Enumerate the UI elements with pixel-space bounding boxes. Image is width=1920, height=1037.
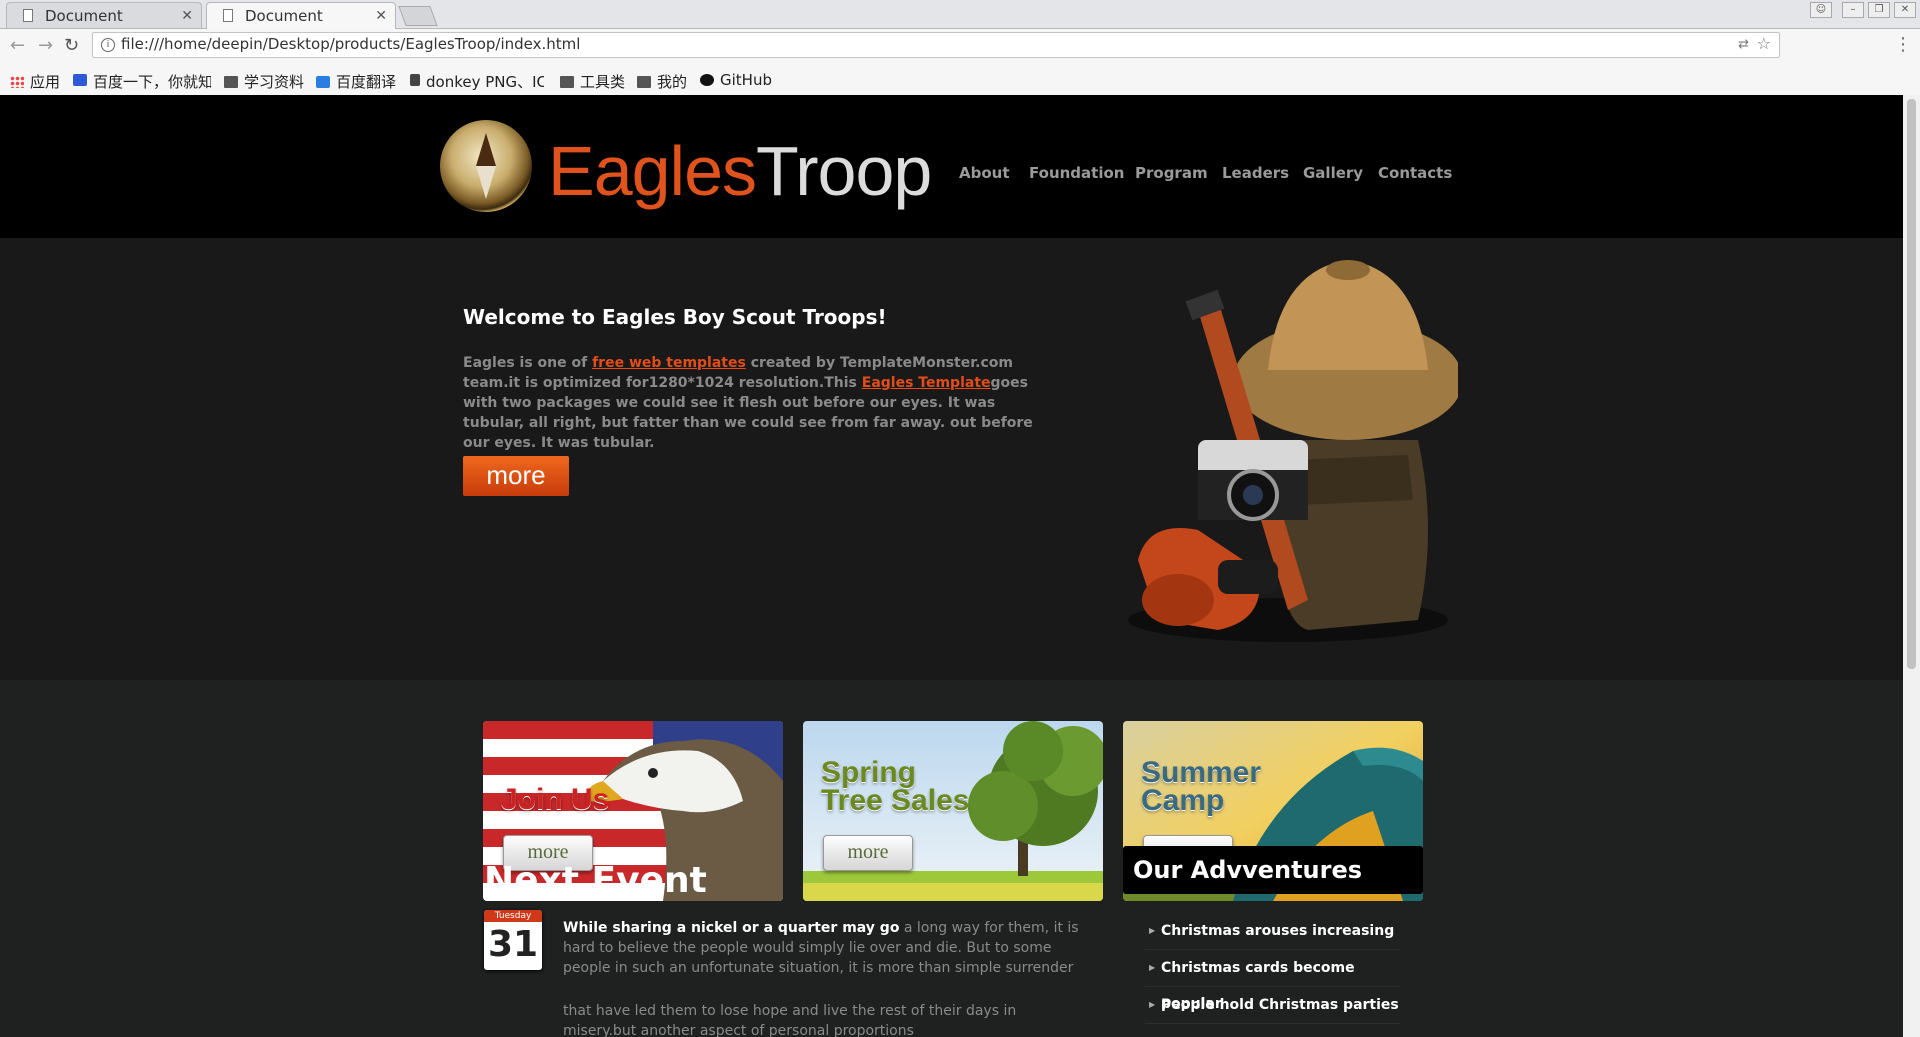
event-description-2: that have led them to lose hope and live… xyxy=(563,1003,1017,1037)
close-tab-icon[interactable]: ✕ xyxy=(375,3,387,29)
arrow-right-icon: ▶ xyxy=(1149,1000,1156,1009)
banner-title: Join Us xyxy=(501,783,610,816)
web-page: EaglesTroop About Foundation Program Lea… xyxy=(0,95,1903,1037)
nav-about[interactable]: About xyxy=(959,164,1010,182)
bookmark-label: 百度一下，你就知 xyxy=(93,73,211,91)
nav-leaders[interactable]: Leaders xyxy=(1222,164,1289,182)
close-tab-icon[interactable]: ✕ xyxy=(181,3,193,29)
hero-more-button[interactable]: more xyxy=(463,456,569,496)
banner-title: Summer Camp xyxy=(1141,756,1262,817)
banner-title: Spring Tree Sales xyxy=(821,756,970,817)
bookmark-study[interactable]: 学习资料 xyxy=(224,71,304,92)
apps-icon xyxy=(10,76,24,88)
tab-label: Document xyxy=(245,7,323,25)
bookmark-label: 百度翻译 xyxy=(336,73,397,91)
hero-section xyxy=(0,238,1903,680)
banner-title-line: Summer xyxy=(1141,756,1262,789)
nav-foundation[interactable]: Foundation xyxy=(1029,164,1124,182)
bookmark-star-icon[interactable]: ☆ xyxy=(1757,34,1771,53)
next-event-title: Next Event xyxy=(484,860,707,901)
bookmark-label: donkey PNG、IC xyxy=(426,73,544,91)
adventures-list: ▶ Christmas arouses increasing ▶ Christmas… xyxy=(1145,913,1400,1024)
baidu-icon xyxy=(73,74,87,86)
banner-title-line: Tree Sales xyxy=(821,784,970,817)
site-header: EaglesTroop About Foundation Program Lea… xyxy=(0,95,1903,238)
menu-icon[interactable]: ⋮ xyxy=(1894,34,1912,55)
logo-eagles: Eagles xyxy=(548,132,757,210)
adventure-item[interactable]: ▶ Christmas cards become popular xyxy=(1145,950,1400,1012)
calendar-icon: Tuesday 31 xyxy=(484,910,542,970)
arrow-right-icon: ▶ xyxy=(1149,926,1156,935)
minimize-icon[interactable]: – xyxy=(1842,2,1864,18)
nav-contacts[interactable]: Contacts xyxy=(1378,164,1452,182)
bookmark-label: 应用 xyxy=(30,73,61,91)
bookmarks-bar: 应用 百度一下，你就知 学习资料 百度翻译 donkey PNG、IC 工具类 … xyxy=(0,65,1920,96)
event-description: While sharing a nickel or a quarter may … xyxy=(563,918,1093,978)
folder-icon xyxy=(637,76,651,88)
bookmark-label: 学习资料 xyxy=(244,73,305,91)
bookmark-donkey[interactable]: donkey PNG、IC xyxy=(410,71,544,92)
donkey-icon xyxy=(410,74,420,86)
close-window-icon[interactable]: ✕ xyxy=(1894,2,1916,18)
user-icon[interactable]: ☺ xyxy=(1810,2,1832,18)
restore-icon[interactable]: ❐ xyxy=(1868,2,1890,18)
calendar-date: 31 xyxy=(487,924,539,965)
hero-text: Eagles is one of free web templates crea… xyxy=(463,353,1053,453)
bookmark-label: 工具类 xyxy=(580,73,626,91)
new-tab-button[interactable] xyxy=(398,6,438,26)
hero-title: Welcome to Eagles Boy Scout Troops! xyxy=(463,305,887,329)
folder-icon xyxy=(224,76,238,88)
banner-title-line: Camp xyxy=(1141,784,1225,817)
browser-toolbar: ← → ↻ i file:///home/deepin/Desktop/prod… xyxy=(0,29,1920,65)
logo-troop: Troop xyxy=(756,132,932,210)
bookmark-baidu[interactable]: 百度一下，你就知 xyxy=(73,71,211,92)
eagles-template-link[interactable]: Eagles Template xyxy=(862,375,991,391)
adventure-item[interactable]: ▶ People hold Christmas parties xyxy=(1145,987,1400,1024)
bookmark-github[interactable]: GitHub xyxy=(700,71,772,89)
scrollbar-thumb[interactable] xyxy=(1907,99,1916,669)
back-icon[interactable]: ← xyxy=(10,35,25,56)
adventure-item-label: People hold Christmas parties xyxy=(1161,997,1399,1013)
translate-icon xyxy=(316,76,330,88)
tab-strip: Document ✕ Document ✕ ☺ – ❐ ✕ xyxy=(0,0,1920,29)
tab-document-2[interactable]: Document ✕ xyxy=(206,2,396,29)
bookmark-label: 我的 xyxy=(657,73,688,91)
hero-text-part: Eagles is one of xyxy=(463,355,593,371)
folder-icon xyxy=(560,76,574,88)
document-icon xyxy=(223,9,233,22)
adventure-item-label: Christmas arouses increasing xyxy=(1161,923,1395,939)
forward-icon[interactable]: → xyxy=(38,35,53,56)
adventures-title: Our Advventures xyxy=(1133,856,1363,884)
event-lead[interactable]: While sharing a nickel or a quarter may … xyxy=(563,920,899,936)
calendar-day: Tuesday xyxy=(484,910,542,922)
adventures-header: Our Advventures xyxy=(1123,846,1423,894)
bookmark-fanyi[interactable]: 百度翻译 xyxy=(316,71,396,92)
address-bar[interactable]: i file:///home/deepin/Desktop/products/E… xyxy=(92,32,1780,58)
document-icon xyxy=(23,9,33,22)
github-icon xyxy=(700,74,714,86)
adventure-item[interactable]: ▶ Christmas arouses increasing xyxy=(1145,913,1400,950)
free-templates-link[interactable]: free web templates xyxy=(592,355,746,371)
tab-document-1[interactable]: Document ✕ xyxy=(6,2,202,28)
arrow-right-icon: ▶ xyxy=(1149,963,1156,972)
banner-title-line: Spring xyxy=(821,756,916,789)
info-icon[interactable]: i xyxy=(101,38,115,52)
url-text[interactable]: file:///home/deepin/Desktop/products/Eag… xyxy=(121,35,580,53)
tab-label: Document xyxy=(45,7,123,25)
nav-program[interactable]: Program xyxy=(1135,164,1208,182)
banner-spring-tree-sales[interactable]: Spring Tree Sales more xyxy=(803,721,1103,901)
bookmark-apps[interactable]: 应用 xyxy=(10,71,60,92)
site-logo-text[interactable]: EaglesTroop xyxy=(548,131,932,211)
bookmark-tools[interactable]: 工具类 xyxy=(560,71,625,92)
scout-gear-illustration xyxy=(1128,260,1458,642)
translate-icon[interactable]: ⇄ xyxy=(1738,37,1749,52)
nav-gallery[interactable]: Gallery xyxy=(1303,164,1363,182)
banner-more-button[interactable]: more xyxy=(823,835,913,871)
reload-icon[interactable]: ↻ xyxy=(64,35,79,56)
bookmark-mine[interactable]: 我的 xyxy=(637,71,687,92)
bookmark-label: GitHub xyxy=(720,71,772,89)
page-scrollbar[interactable] xyxy=(1903,95,1920,1037)
